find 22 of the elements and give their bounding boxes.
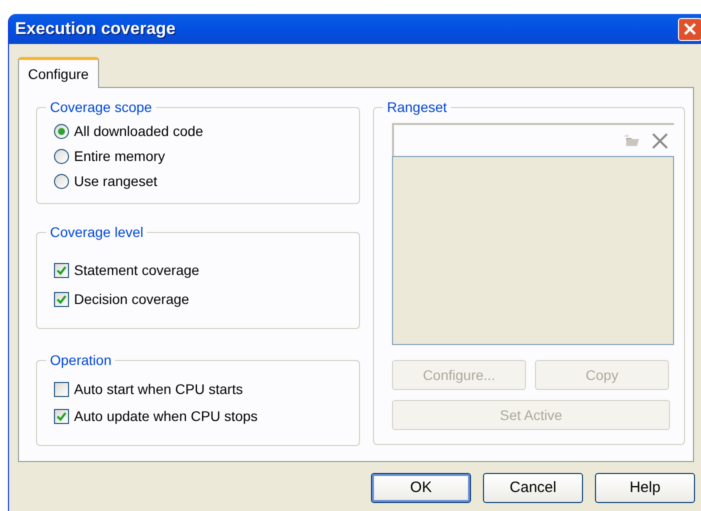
- option-label: Entire memory: [74, 147, 166, 166]
- tab[interactable]: Configure: [18, 57, 99, 88]
- button[interactable]: Cancel: [483, 473, 583, 503]
- option-label: Decision coverage: [74, 290, 190, 309]
- window-title: Execution coverage: [15, 18, 176, 40]
- delete-icon[interactable]: [652, 132, 668, 148]
- radio-button[interactable]: [54, 174, 69, 189]
- option-label: Use rangeset: [74, 172, 158, 191]
- checkbox[interactable]: [54, 292, 69, 307]
- radio-button[interactable]: [54, 124, 69, 139]
- option-label: All downloaded code: [74, 122, 204, 141]
- close-icon: [683, 22, 697, 36]
- button[interactable]: OK: [371, 473, 471, 503]
- option-label: Auto update when CPU stops: [74, 407, 258, 426]
- radio-button[interactable]: [54, 149, 69, 164]
- checkbox[interactable]: [54, 263, 69, 278]
- option-label: Auto start when CPU starts: [74, 380, 243, 399]
- button[interactable]: Help: [595, 473, 695, 503]
- option-label: Statement coverage: [74, 261, 200, 280]
- close-button[interactable]: [678, 18, 701, 40]
- checkbox[interactable]: [54, 382, 69, 397]
- checkbox[interactable]: [54, 409, 69, 424]
